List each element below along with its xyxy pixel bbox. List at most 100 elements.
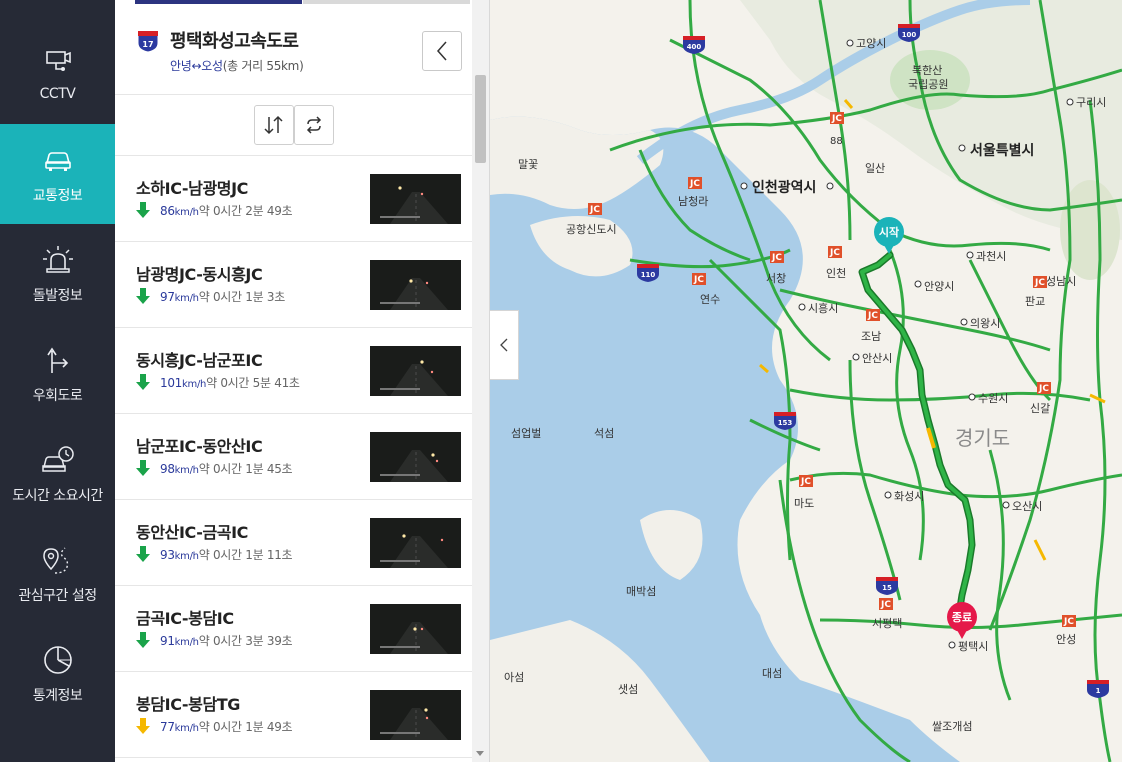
panel-toolbar (115, 95, 472, 156)
map-canvas[interactable]: 고양시 북한산 국립공원 구리시 서울특별시 인천광역시 말꽃 공항신도시 남청… (490, 0, 1122, 762)
nav-item-stats[interactable]: 통계정보 (0, 624, 115, 724)
map-label-hwaseong: 화성시 (894, 490, 924, 503)
map-label-anseong: 안성 (1056, 633, 1076, 646)
down-arrow-icon (136, 632, 150, 648)
app-root: CCTV 교통정보 돌발정보 우회도로 도시간 소요시간 관심구간 설정 통계정… (0, 0, 1122, 762)
collapse-panel-button[interactable] (422, 31, 462, 71)
cctv-thumbnail[interactable] (370, 518, 461, 568)
segment-time: 약 0시간 2분 49초 (198, 204, 293, 218)
segment-name: 남군포IC-동안산IC (136, 437, 263, 456)
map-label-daeseom: 대섬 (762, 667, 782, 680)
svg-text:JC: JC (1063, 617, 1074, 627)
map-label-mado: 마도 (794, 497, 814, 510)
segment-info: 91km/h약 0시간 3분 39초 (160, 632, 293, 649)
segment-speed-unit: km/h (174, 637, 199, 648)
nav-item-city-time[interactable]: 도시간 소요시간 (0, 424, 115, 524)
nav-label-interest-section: 관심구간 설정 (18, 588, 97, 604)
map-label-seokseom: 석섬 (594, 427, 614, 440)
segment-time: 약 0시간 1분 49초 (198, 720, 293, 734)
map-label-ilsan: 일산 (865, 161, 885, 175)
cctv-thumbnail[interactable] (370, 432, 461, 482)
map-label-seongeup: 섬업벌 (511, 427, 541, 440)
svg-text:153: 153 (778, 419, 793, 427)
segment-row[interactable]: 금곡IC-봉담IC 91km/h약 0시간 3분 39초 (115, 586, 472, 672)
expressway-shield-icon: 17 (137, 30, 159, 53)
scroll-down-arrow-icon[interactable] (476, 751, 484, 756)
segment-speed-unit: km/h (174, 207, 199, 218)
nav-item-traffic[interactable]: 교통정보 (0, 124, 115, 224)
nav-label-detour: 우회도로 (32, 388, 83, 404)
map-label-yeonsu: 연수 (700, 293, 720, 306)
map-label-singal: 신갈 (1030, 401, 1050, 415)
segment-speed: 77 (160, 720, 175, 734)
nav-item-detour[interactable]: 우회도로 (0, 324, 115, 424)
segment-speed: 93 (160, 548, 175, 562)
car-clock-icon (41, 446, 74, 472)
traffic-map[interactable]: 고양시 북한산 국립공원 구리시 서울특별시 인천광역시 말꽃 공항신도시 남청… (490, 0, 1122, 762)
svg-text:1: 1 (1096, 687, 1101, 695)
road-header: 17 평택화성고속도로 안녕↔오성(총 거리 55km) (115, 4, 472, 95)
panel-scrollbar[interactable] (472, 0, 489, 762)
segment-info: 77km/h약 0시간 1분 49초 (160, 718, 293, 735)
segment-row[interactable]: 소하IC-남광명JC 86km/h약 0시간 2분 49초 (115, 156, 472, 242)
segment-row[interactable]: 남군포IC-동안산IC 98km/h약 0시간 1분 45초 (115, 414, 472, 500)
svg-text:JC: JC (867, 311, 878, 321)
segment-speed-unit: km/h (174, 293, 199, 304)
cctv-thumbnail[interactable] (370, 174, 461, 224)
segment-row[interactable]: 동시흥JC-남군포IC 101km/h약 0시간 5분 41초 (115, 328, 472, 414)
svg-text:JC: JC (693, 275, 704, 285)
segment-info: 97km/h약 0시간 1분 3초 (160, 288, 285, 305)
end-marker-label: 종료 (952, 611, 972, 624)
cctv-icon (45, 51, 71, 71)
map-label-gyeonggi: 경기도 (955, 426, 1010, 450)
chevron-left-icon (500, 338, 508, 352)
segment-time: 약 0시간 5분 41초 (206, 376, 300, 390)
road-route-summary: 안녕↔오성(총 거리 55km) (170, 57, 304, 74)
down-arrow-icon (136, 288, 150, 304)
scrollbar-thumb[interactable] (475, 75, 486, 163)
route-pin-icon (42, 547, 68, 574)
road-from: 안녕 (170, 59, 192, 73)
map-label-seongnam: 성남시 (1046, 275, 1076, 288)
nav-label-traffic: 교통정보 (32, 188, 83, 204)
sort-direction-button[interactable] (254, 105, 294, 145)
down-arrow-icon (136, 202, 150, 218)
siren-icon (42, 246, 73, 273)
segment-name: 금곡IC-봉담IC (136, 609, 234, 628)
segment-time: 약 0시간 3분 39초 (198, 634, 293, 648)
cctv-preview-image (370, 690, 461, 740)
cctv-thumbnail[interactable] (370, 604, 461, 654)
side-nav: CCTV 교통정보 돌발정보 우회도로 도시간 소요시간 관심구간 설정 통계정… (0, 0, 115, 762)
cctv-thumbnail[interactable] (370, 690, 461, 740)
segment-info: 98km/h약 0시간 1분 45초 (160, 460, 293, 477)
segment-row[interactable]: 봉담IC-봉담TG 77km/h약 0시간 1분 49초 (115, 672, 472, 758)
segment-time: 약 0시간 1분 45초 (198, 462, 293, 476)
map-label-uiwang: 의왕시 (970, 317, 1000, 330)
start-marker-label: 시작 (879, 225, 899, 239)
refresh-button[interactable] (294, 105, 334, 145)
map-label-bukhansan: 북한산 (912, 64, 942, 77)
map-label-siheung: 시흥시 (808, 301, 838, 315)
segment-speed: 91 (160, 634, 175, 648)
nav-label-cctv: CCTV (39, 86, 76, 102)
expand-panel-button[interactable] (490, 310, 519, 380)
cctv-thumbnail[interactable] (370, 260, 461, 310)
map-label-aseom: 아섬 (504, 671, 524, 684)
map-label-suwon: 수원시 (978, 392, 1008, 405)
svg-text:JC: JC (1034, 278, 1045, 288)
map-label-malkkot: 말꽃 (518, 158, 538, 171)
cctv-thumbnail[interactable] (370, 346, 461, 396)
road-distance: (총 거리 55km) (222, 59, 304, 73)
nav-item-interest-section[interactable]: 관심구간 설정 (0, 524, 115, 624)
segment-name: 동안산IC-금곡IC (136, 523, 248, 542)
nav-item-cctv[interactable]: CCTV (0, 23, 115, 123)
segment-row[interactable]: 동안산IC-금곡IC 93km/h약 0시간 1분 11초 (115, 500, 472, 586)
nav-item-incident[interactable]: 돌발정보 (0, 224, 115, 324)
svg-text:JC: JC (1038, 384, 1049, 394)
map-label-anyang: 안양시 (924, 280, 954, 293)
segment-speed: 86 (160, 204, 175, 218)
segment-name: 남광명JC-동시흥JC (136, 265, 263, 284)
segment-row[interactable]: 남광명JC-동시흥JC 97km/h약 0시간 1분 3초 (115, 242, 472, 328)
down-arrow-icon (136, 460, 150, 476)
svg-text:400: 400 (687, 43, 702, 51)
